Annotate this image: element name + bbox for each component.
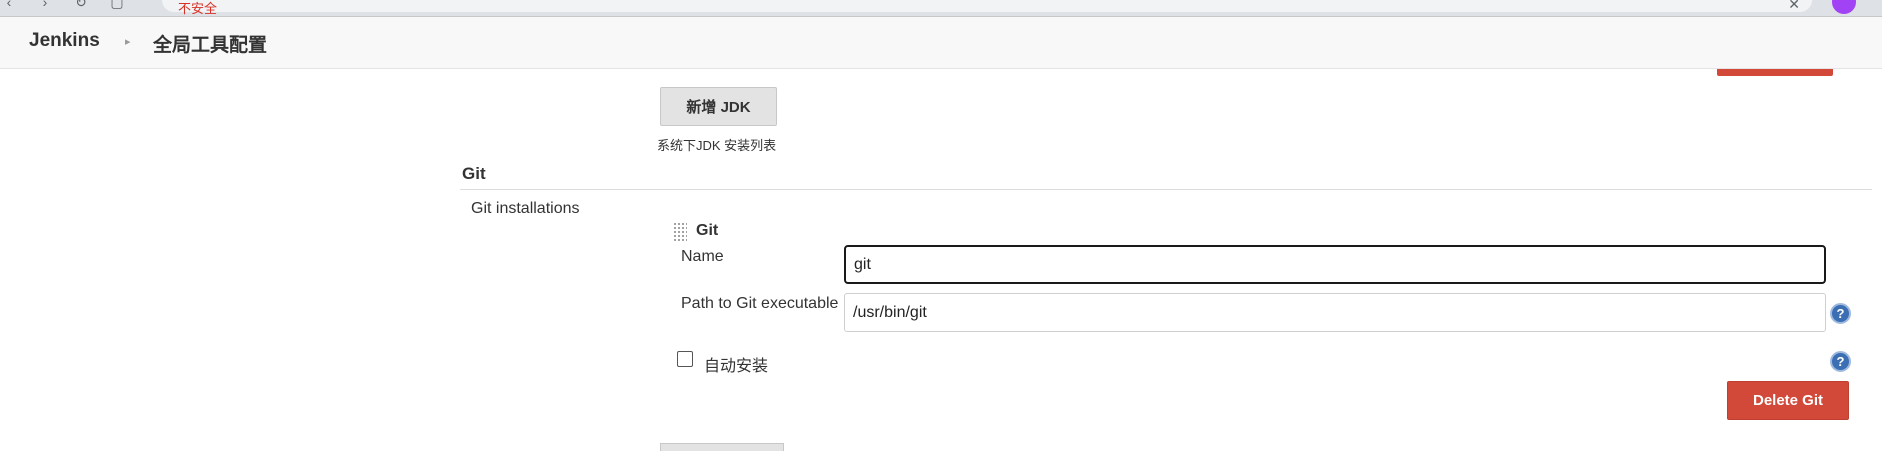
- close-icon[interactable]: ✕: [1788, 0, 1800, 13]
- drag-handle-icon[interactable]: [673, 222, 687, 242]
- git-name-input[interactable]: [844, 245, 1826, 284]
- chevron-right-icon[interactable]: ▸: [125, 35, 131, 48]
- help-icon[interactable]: ?: [1830, 351, 1851, 372]
- reload-icon[interactable]: ↻: [72, 0, 90, 11]
- breadcrumb-current-page[interactable]: 全局工具配置: [153, 30, 267, 57]
- breadcrumb-home-link[interactable]: Jenkins: [29, 30, 100, 52]
- git-section-title: Git: [462, 164, 486, 183]
- forward-icon[interactable]: ›: [36, 0, 54, 10]
- browser-nav: ‹ › ↻ ▢: [0, 0, 144, 11]
- name-label: Name: [681, 248, 724, 265]
- git-block-title: Git: [696, 222, 719, 239]
- avatar[interactable]: [1832, 0, 1856, 14]
- browser-toolbar: ‹ › ↻ ▢ 不安全 ✕: [0, 0, 1882, 17]
- back-icon[interactable]: ‹: [0, 0, 18, 10]
- section-divider: [460, 189, 1872, 190]
- git-path-input[interactable]: [844, 293, 1826, 332]
- breadcrumb: Jenkins ▸ 全局工具配置: [0, 17, 1882, 69]
- delete-jdk-button-partial[interactable]: [1717, 69, 1833, 76]
- jdk-description: 系统下JDK 安装列表: [657, 138, 777, 153]
- delete-git-button[interactable]: Delete Git: [1727, 381, 1849, 420]
- address-bar[interactable]: 不安全 ✕: [162, 0, 1812, 16]
- add-jdk-button[interactable]: 新增 JDK: [660, 87, 777, 126]
- address-warning: 不安全: [178, 1, 218, 16]
- auto-install-label: 自动安装: [704, 358, 769, 375]
- help-icon[interactable]: ?: [1830, 303, 1851, 324]
- site-info-icon[interactable]: ▢: [108, 0, 126, 11]
- git-installations-label: Git installations: [471, 200, 580, 217]
- path-label: Path to Git executable: [681, 295, 839, 312]
- auto-install-checkbox[interactable]: [677, 351, 693, 367]
- add-git-button-partial[interactable]: [660, 443, 784, 451]
